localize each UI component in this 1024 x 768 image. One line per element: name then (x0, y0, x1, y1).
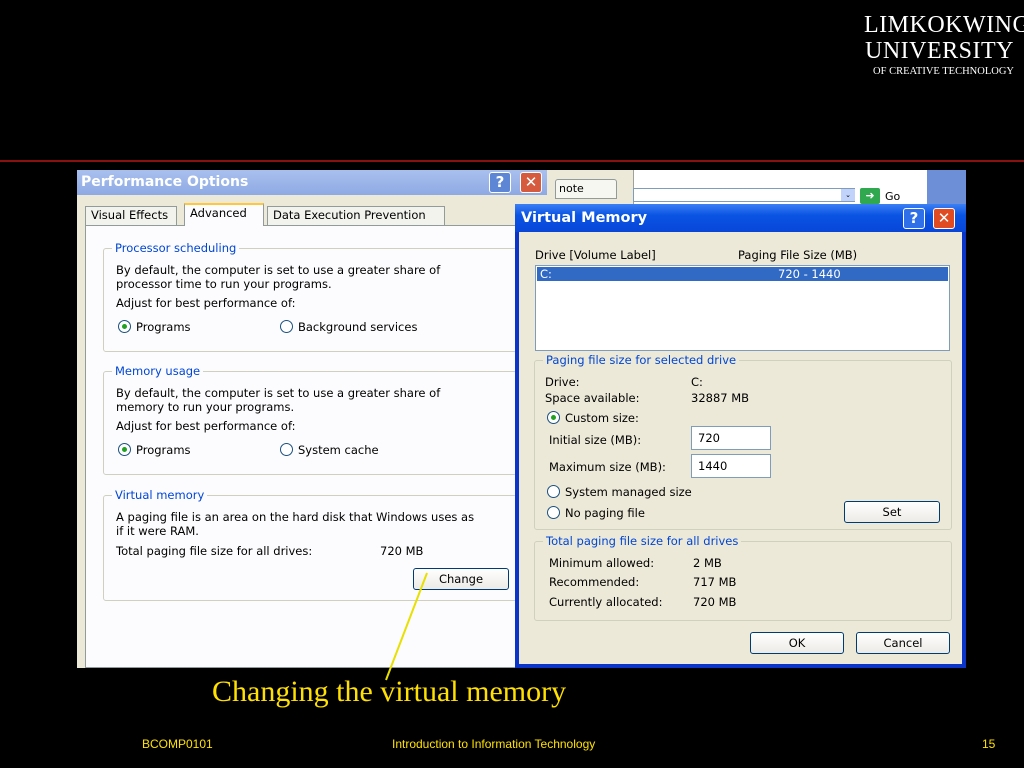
close-button[interactable]: ✕ (520, 172, 542, 193)
footer-page-number: 15 (982, 737, 996, 751)
system-managed-label: System managed size (565, 485, 692, 499)
selected-drive-title: Paging file size for selected drive (543, 353, 740, 367)
slide-caption: Changing the virtual memory (212, 675, 567, 708)
background-window: note ⌄ ➜ Go (547, 170, 966, 204)
background-window-edge (927, 170, 966, 204)
recommended-value: 717 MB (693, 575, 737, 589)
maximum-size-input[interactable]: 1440 (691, 454, 771, 478)
memory-system-cache-radio[interactable] (280, 443, 293, 456)
performance-options-title: Performance Options (81, 174, 249, 190)
ok-button[interactable]: OK (750, 632, 844, 654)
processor-background-label: Background services (298, 320, 418, 334)
virtual-memory-group: Virtual memory A paging file is an area … (103, 488, 533, 601)
memory-desc-line2: memory to run your programs. (116, 400, 295, 414)
drive-list[interactable]: C: 720 - 1440 (535, 265, 950, 351)
university-logo: LIMKOKWING UNIVERSITY OF CREATIVE TECHNO… (864, 12, 1024, 80)
virtual-memory-body: Drive [Volume Label] Paging File Size (M… (519, 232, 962, 664)
minimum-allowed-label: Minimum allowed: (549, 556, 655, 570)
drive-column-header: Drive [Volume Label] (535, 248, 656, 262)
virtual-memory-titlebar: Virtual Memory ? ✕ (515, 204, 966, 232)
change-button[interactable]: Change (413, 568, 509, 590)
memory-desc-line1: By default, the computer is set to use a… (116, 386, 441, 400)
custom-size-label: Custom size: (565, 411, 639, 425)
background-combo-input[interactable] (633, 188, 855, 202)
currently-allocated-label: Currently allocated: (549, 595, 663, 609)
total-paging-label: Total paging file size for all drives: (116, 544, 313, 558)
drive-row-drive: C: (540, 267, 552, 281)
background-tab[interactable]: note (555, 179, 617, 199)
performance-options-window: Performance Options ? ✕ Visual Effects A… (77, 170, 547, 668)
virtual-memory-title: Virtual memory (112, 488, 208, 502)
drive-label: Drive: (545, 375, 580, 389)
recommended-label: Recommended: (549, 575, 640, 589)
memory-programs-label: Programs (136, 443, 191, 457)
memory-usage-group: Memory usage By default, the computer is… (103, 364, 533, 475)
virtual-desc-line1: A paging file is an area on the hard dis… (116, 510, 475, 524)
logo-line-2: UNIVERSITY (865, 38, 1014, 64)
processor-background-radio[interactable] (280, 320, 293, 333)
tab-advanced[interactable]: Advanced (184, 203, 264, 226)
selected-drive-group: Paging file size for selected drive Driv… (534, 353, 952, 530)
go-arrow-icon[interactable]: ➜ (860, 188, 880, 204)
tab-visual-effects[interactable]: Visual Effects (85, 206, 177, 225)
memory-system-cache-label: System cache (298, 443, 379, 457)
processor-programs-label: Programs (136, 320, 191, 334)
space-available-label: Space available: (545, 391, 640, 405)
processor-scheduling-group: Processor scheduling By default, the com… (103, 241, 533, 352)
vm-close-button[interactable]: ✕ (933, 208, 955, 229)
currently-allocated-value: 720 MB (693, 595, 737, 609)
initial-size-label: Initial size (MB): (549, 433, 642, 447)
processor-programs-radio[interactable] (118, 320, 131, 333)
cancel-button[interactable]: Cancel (856, 632, 950, 654)
header-divider (0, 160, 1024, 162)
chevron-down-icon[interactable]: ⌄ (841, 189, 855, 201)
screenshot: Performance Options ? ✕ Visual Effects A… (77, 170, 966, 668)
minimum-allowed-value: 2 MB (693, 556, 722, 570)
processor-desc-line2: processor time to run your programs. (116, 277, 332, 291)
maximum-size-label: Maximum size (MB): (549, 460, 666, 474)
go-label[interactable]: Go (885, 190, 900, 203)
logo-line-1: LIMKOKWING (864, 12, 1024, 38)
system-managed-radio[interactable] (547, 485, 560, 498)
help-button[interactable]: ? (489, 172, 511, 193)
footer-course-title: Introduction to Information Technology (392, 737, 596, 751)
processor-desc-line1: By default, the computer is set to use a… (116, 263, 441, 277)
tab-data-execution-prevention[interactable]: Data Execution Prevention (267, 206, 445, 225)
drive-row-c[interactable]: C: 720 - 1440 (537, 267, 948, 281)
space-available-value: 32887 MB (691, 391, 750, 405)
drive-value: C: (691, 375, 703, 389)
no-paging-label: No paging file (565, 506, 645, 520)
virtual-memory-dialog-title: Virtual Memory (521, 210, 648, 226)
virtual-desc-line2: if it were RAM. (116, 524, 199, 538)
memory-adjust-label: Adjust for best performance of: (116, 419, 296, 433)
memory-programs-radio[interactable] (118, 443, 131, 456)
processor-adjust-label: Adjust for best performance of: (116, 296, 296, 310)
drive-row-size: 720 - 1440 (778, 267, 841, 281)
total-paging-group: Total paging file size for all drives Mi… (534, 534, 952, 621)
virtual-memory-dialog: Virtual Memory ? ✕ Drive [Volume Label] … (515, 204, 966, 668)
vm-help-button[interactable]: ? (903, 208, 925, 229)
size-column-header: Paging File Size (MB) (738, 248, 858, 262)
set-button[interactable]: Set (844, 501, 940, 523)
memory-usage-title: Memory usage (112, 364, 204, 378)
no-paging-radio[interactable] (547, 506, 560, 519)
performance-options-titlebar: Performance Options ? ✕ (77, 170, 547, 195)
initial-size-input[interactable]: 720 (691, 426, 771, 450)
total-paging-value: 720 MB (380, 544, 424, 558)
advanced-tab-panel: Processor scheduling By default, the com… (85, 225, 547, 668)
total-paging-title: Total paging file size for all drives (543, 534, 742, 548)
processor-scheduling-title: Processor scheduling (112, 241, 240, 255)
custom-size-radio[interactable] (547, 411, 560, 424)
logo-line-3: OF CREATIVE TECHNOLOGY (873, 66, 1014, 77)
footer-course-code: BCOMP0101 (142, 737, 213, 751)
